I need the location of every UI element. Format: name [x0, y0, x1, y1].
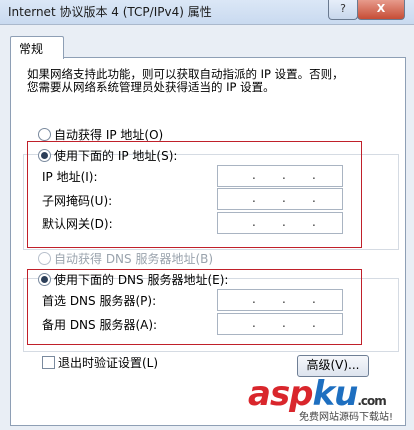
watermark-subtitle: 免费网站源码下载站! — [299, 408, 394, 423]
ip-address-field[interactable]: ... — [217, 165, 343, 187]
ip-auto-radio[interactable] — [38, 128, 51, 141]
tab-general-label: 常规 — [19, 42, 44, 56]
ip-manual-label: 使用下面的 IP 地址(S): — [54, 149, 178, 163]
intro-line-2: 您需要从网络系统管理员处获得适当的 IP 设置。 — [27, 80, 275, 94]
window-title: Internet 协议版本 4 (TCP/IPv4) 属性 — [8, 5, 212, 19]
dns-manual-label: 使用下面的 DNS 服务器地址(E): — [54, 273, 229, 287]
default-gateway-label: 默认网关(D): — [42, 217, 113, 231]
validate-label: 退出时验证设置(L) — [58, 356, 159, 370]
alternate-dns-field[interactable]: ... — [217, 313, 343, 335]
general-panel: 如果网络支持此功能，则可以获取自动指派的 IP 设置。否则， 您需要从网络系统管… — [10, 57, 406, 426]
default-gateway-field[interactable]: ... — [217, 212, 343, 234]
alternate-dns-label: 备用 DNS 服务器(A): — [42, 318, 158, 332]
preferred-dns-field[interactable]: ... — [217, 289, 343, 311]
title-bar: Internet 协议版本 4 (TCP/IPv4) 属性 ? X — [0, 0, 414, 25]
subnet-mask-field[interactable]: ... — [217, 188, 343, 210]
dns-auto-radio[interactable] — [38, 252, 51, 265]
intro-text: 如果网络支持此功能，则可以获取自动指派的 IP 设置。否则， 您需要从网络系统管… — [27, 68, 344, 94]
dns-manual-radio[interactable] — [38, 273, 51, 286]
ip-address-label: IP 地址(I): — [42, 170, 98, 184]
dns-auto-label: 自动获得 DNS 服务器地址(B) — [54, 252, 214, 266]
close-button[interactable]: X — [357, 0, 405, 20]
preferred-dns-label: 首选 DNS 服务器(P): — [42, 294, 157, 308]
validate-checkbox[interactable] — [42, 356, 55, 369]
ip-manual-radio[interactable] — [38, 149, 51, 162]
dialog-window: Internet 协议版本 4 (TCP/IPv4) 属性 ? X 常规 如果网… — [0, 0, 414, 430]
subnet-mask-label: 子网掩码(U): — [42, 194, 113, 208]
tab-general[interactable]: 常规 — [10, 36, 64, 59]
help-button[interactable]: ? — [328, 0, 358, 20]
